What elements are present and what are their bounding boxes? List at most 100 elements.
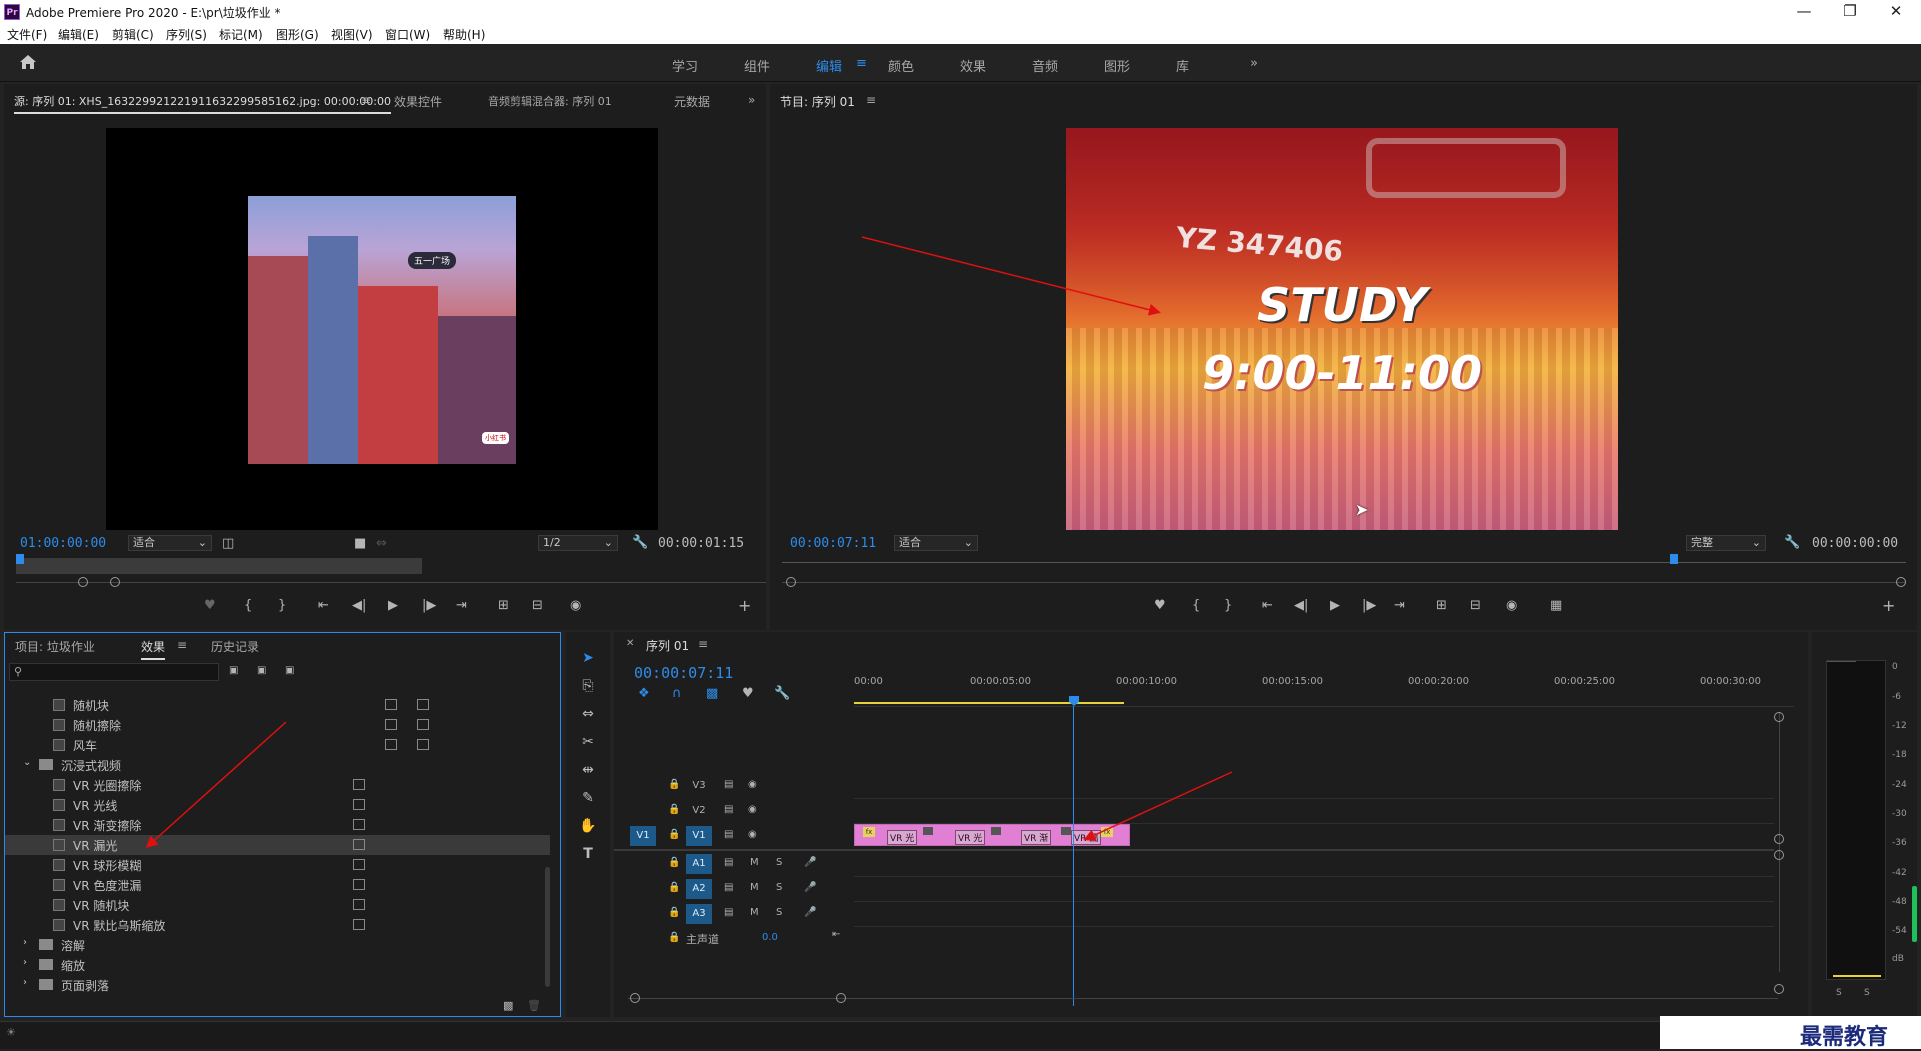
microphone-icon[interactable]: 🎤 [804, 882, 816, 893]
v-scroll-handle-audio[interactable] [1774, 850, 1784, 860]
v-scroll-handle-bottom[interactable] [1774, 984, 1784, 994]
effects-search-input[interactable]: ⚲ [9, 663, 219, 681]
drag-icon[interactable]: ⇔ [376, 536, 387, 551]
program-add-marker-icon[interactable]: ♥ [1154, 598, 1166, 613]
program-quality-dropdown[interactable]: 完整 ⌄ [1686, 535, 1766, 551]
insert-icon[interactable]: ■ [354, 536, 366, 551]
program-fit-dropdown[interactable]: 适合 ⌄ [894, 535, 978, 551]
menu-window[interactable]: 窗口(W) [385, 26, 430, 43]
extract-icon[interactable]: ⊟ [1470, 598, 1481, 613]
go-to-end-icon[interactable]: ⇤ [832, 929, 840, 940]
workspace-editing[interactable]: 编辑 [816, 56, 842, 75]
lock-icon[interactable]: 🔒 [668, 829, 680, 840]
restore-button[interactable]: ❐ [1832, 2, 1868, 20]
workspace-menu-icon[interactable]: ≡ [856, 56, 867, 71]
menu-view[interactable]: 视图(V) [331, 26, 373, 43]
selection-tool-icon[interactable]: ➤ [578, 650, 598, 670]
source-timecode-in[interactable]: 01:00:00:00 [20, 536, 106, 551]
meter-solo-left[interactable]: S [1836, 988, 1842, 998]
program-timebar[interactable] [782, 562, 1906, 563]
menu-clip[interactable]: 剪辑(C) [112, 26, 154, 43]
tab-source[interactable]: 源: 序列 01: XHS_16322992122191163229958516… [14, 93, 391, 114]
list-item[interactable]: 风车 [5, 735, 550, 755]
list-item[interactable]: VR 球形模糊 [5, 855, 550, 875]
sync-lock-icon[interactable]: ▤ [724, 882, 733, 893]
program-step-back-icon[interactable]: ◀| [1294, 598, 1308, 613]
pen-tool-icon[interactable]: ✎ [578, 790, 598, 810]
program-zoom-handle-left[interactable] [786, 577, 796, 587]
tab-effects-menu-icon[interactable]: ≡ [177, 638, 187, 652]
lock-icon[interactable]: 🔒 [668, 932, 680, 943]
list-item-selected[interactable]: VR 漏光 [5, 835, 550, 855]
track-label-v3[interactable]: V3 [686, 776, 712, 796]
program-playhead[interactable] [1670, 554, 1678, 564]
program-go-to-in-icon[interactable]: ⇤ [1262, 598, 1273, 613]
mute-button[interactable]: M [750, 857, 759, 868]
more-workspaces-icon[interactable]: » [1250, 56, 1258, 71]
step-forward-icon[interactable]: |▶ [422, 598, 436, 613]
program-go-to-out-icon[interactable]: ⇥ [1394, 598, 1405, 613]
program-export-frame-icon[interactable]: ◉ [1506, 598, 1517, 613]
folder-zoom[interactable]: › 缩放 [5, 955, 550, 975]
close-button[interactable]: ✕ [1878, 2, 1914, 20]
solo-button[interactable]: S [776, 882, 782, 893]
source-patch-v1[interactable]: V1 [630, 826, 656, 846]
lock-icon[interactable]: 🔒 [668, 882, 680, 893]
program-mark-in-icon[interactable]: { [1192, 598, 1200, 613]
nest-icon[interactable]: ❖ [638, 686, 650, 701]
chevron-right-icon[interactable]: › [23, 937, 27, 948]
program-timecode[interactable]: 00:00:07:11 [790, 536, 876, 551]
sequence-menu-icon[interactable]: ≡ [698, 637, 708, 651]
eye-icon[interactable]: ◉ [748, 829, 757, 840]
track-label-a3[interactable]: A3 [686, 904, 712, 924]
settings-icon[interactable]: ◫ [222, 536, 234, 551]
transition-label[interactable]: VR 光 [955, 830, 986, 845]
ripple-edit-tool-icon[interactable]: ⇔ [578, 706, 598, 726]
yuv-effects-icon[interactable]: ▣ [285, 665, 294, 676]
tab-source-menu-icon[interactable]: ≡ [361, 93, 371, 107]
play-icon[interactable]: ▶ [388, 598, 398, 613]
menu-sequence[interactable]: 序列(S) [166, 26, 207, 43]
v-scroll-handle-mid[interactable] [1774, 834, 1784, 844]
list-item[interactable]: VR 渐变擦除 [5, 815, 550, 835]
add-button-icon[interactable]: + [738, 596, 751, 615]
work-area-bar[interactable] [854, 702, 1124, 704]
mute-button[interactable]: M [750, 907, 759, 918]
tab-project[interactable]: 项目: 垃圾作业 [15, 638, 95, 655]
effects-scrollbar[interactable] [545, 867, 550, 987]
list-item[interactable]: 随机擦除 [5, 715, 550, 735]
insert-clip-icon[interactable]: ⊞ [498, 598, 509, 613]
program-zoom-handle-right[interactable] [1896, 577, 1906, 587]
video-clip[interactable]: fx VR 光 VR 光 VR 渐 VR 漏 fx [854, 824, 1130, 846]
menu-file[interactable]: 文件(F) [7, 26, 47, 43]
v-scroll-handle-top[interactable] [1774, 712, 1784, 722]
track-label-v2[interactable]: V2 [686, 801, 712, 821]
add-marker-timeline-icon[interactable]: ♥ [742, 686, 754, 701]
mute-button[interactable]: M [750, 882, 759, 893]
program-menu-icon[interactable]: ≡ [866, 93, 876, 107]
workspace-assembly[interactable]: 组件 [744, 56, 770, 75]
overwrite-clip-icon[interactable]: ⊟ [532, 598, 543, 613]
source-fit-dropdown[interactable]: 适合 ⌄ [128, 535, 212, 551]
sync-lock-icon[interactable]: ▤ [724, 907, 733, 918]
solo-button[interactable]: S [776, 857, 782, 868]
menu-marker[interactable]: 标记(M) [219, 26, 263, 43]
sync-lock-icon[interactable]: ▤ [724, 779, 733, 790]
lock-icon[interactable]: 🔒 [668, 907, 680, 918]
go-to-out-icon[interactable]: ⇥ [456, 598, 467, 613]
track-label-v1[interactable]: V1 [686, 826, 712, 846]
source-timebar[interactable] [16, 558, 422, 574]
list-item[interactable]: VR 默比乌斯缩放 [5, 915, 550, 935]
chevron-right-icon[interactable]: › [23, 957, 27, 968]
tab-metadata[interactable]: 元数据 [674, 93, 710, 110]
export-frame-icon[interactable]: ◉ [570, 598, 581, 613]
program-step-forward-icon[interactable]: |▶ [1362, 598, 1376, 613]
add-marker-icon[interactable]: ♥ [204, 598, 216, 613]
source-resolution-dropdown[interactable]: 1/2 ⌄ [538, 535, 618, 551]
v1-clip-group[interactable]: fx VR 光 VR 光 VR 渐 VR 漏 fx [854, 823, 1130, 847]
workspace-libraries[interactable]: 库 [1176, 56, 1189, 75]
source-zoom-handle-left[interactable] [78, 577, 88, 587]
lift-icon[interactable]: ⊞ [1436, 598, 1447, 613]
32bit-effects-icon[interactable]: ▣ [257, 665, 266, 676]
eye-icon[interactable]: ◉ [748, 779, 757, 790]
